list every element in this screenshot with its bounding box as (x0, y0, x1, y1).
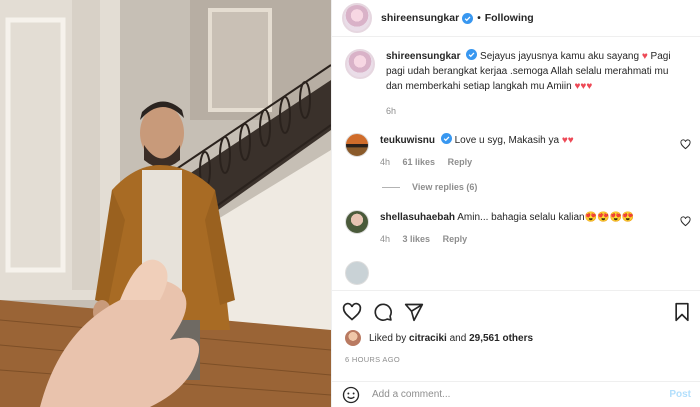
bookmark-icon[interactable] (673, 302, 691, 322)
avatar[interactable] (345, 261, 369, 285)
comment-text: Amin... bahagia selalu kalian😍😍😍😍 (457, 212, 635, 223)
comment-username[interactable]: teukuwisnu (380, 135, 435, 146)
action-bar (332, 290, 700, 332)
comment-item (345, 261, 691, 285)
avatar[interactable] (345, 330, 361, 346)
post-timestamp[interactable]: 6 HOURS AGO (345, 355, 400, 364)
comment-username[interactable]: shellasuhaebah (380, 212, 455, 223)
comment-icon[interactable] (373, 302, 393, 322)
header-username[interactable]: shireensungkar (381, 12, 459, 24)
add-comment-bar: Post (332, 381, 700, 407)
post-button[interactable]: Post (669, 389, 691, 400)
verified-icon (462, 12, 474, 24)
verified-icon (440, 133, 452, 144)
reply-button[interactable]: Reply (448, 157, 473, 167)
post-header: shireensungkar • Following (332, 0, 700, 37)
comment-text: Love u syg, Makasih ya ♥♥ (454, 135, 574, 146)
heart-icon[interactable] (342, 302, 362, 322)
separator-dot: • (477, 12, 481, 24)
caption: shireensungkar Sejayus jayusnya kamu aku… (345, 49, 691, 119)
comments-list[interactable]: shireensungkar Sejayus jayusnya kamu aku… (332, 37, 700, 290)
comment-time: 4h (380, 157, 391, 167)
post-photo[interactable] (0, 0, 331, 407)
likes-prefix: Liked by (369, 332, 407, 344)
likes-count[interactable]: 29,561 others (469, 333, 533, 344)
avatar[interactable] (345, 49, 375, 79)
caption-username[interactable]: shireensungkar (386, 51, 460, 62)
comment-time: 4h (380, 234, 391, 244)
reply-button[interactable]: Reply (443, 234, 468, 244)
view-replies-label: View replies (6) (412, 182, 478, 192)
avatar[interactable] (345, 210, 369, 234)
post-panel: shireensungkar • Following shireensungka… (331, 0, 700, 407)
comment-item: teukuwisnu Love u syg, Makasih ya ♥♥ 4h … (345, 133, 691, 170)
caption-time: 6h (386, 106, 397, 116)
comment-item: shellasuhaebah Amin... bahagia selalu ka… (345, 210, 691, 247)
share-icon[interactable] (404, 302, 424, 322)
likes-summary: Liked by citraciki and 29,561 others (345, 330, 533, 346)
avatar[interactable] (342, 3, 372, 33)
comment-likes[interactable]: 61 likes (403, 157, 436, 167)
photo-illustration (0, 0, 331, 407)
divider (382, 186, 400, 188)
verified-icon (466, 49, 478, 60)
following-button[interactable]: Following (485, 12, 534, 24)
view-replies-button[interactable]: View replies (6) (382, 182, 691, 192)
avatar[interactable] (345, 133, 369, 157)
heart-icon[interactable] (680, 139, 691, 150)
likes-user[interactable]: citraciki (409, 333, 447, 344)
likes-connector: and (449, 332, 467, 344)
heart-icon[interactable] (680, 216, 691, 227)
comment-input[interactable] (372, 389, 652, 400)
comment-likes[interactable]: 3 likes (403, 234, 431, 244)
smile-icon[interactable] (342, 386, 360, 404)
